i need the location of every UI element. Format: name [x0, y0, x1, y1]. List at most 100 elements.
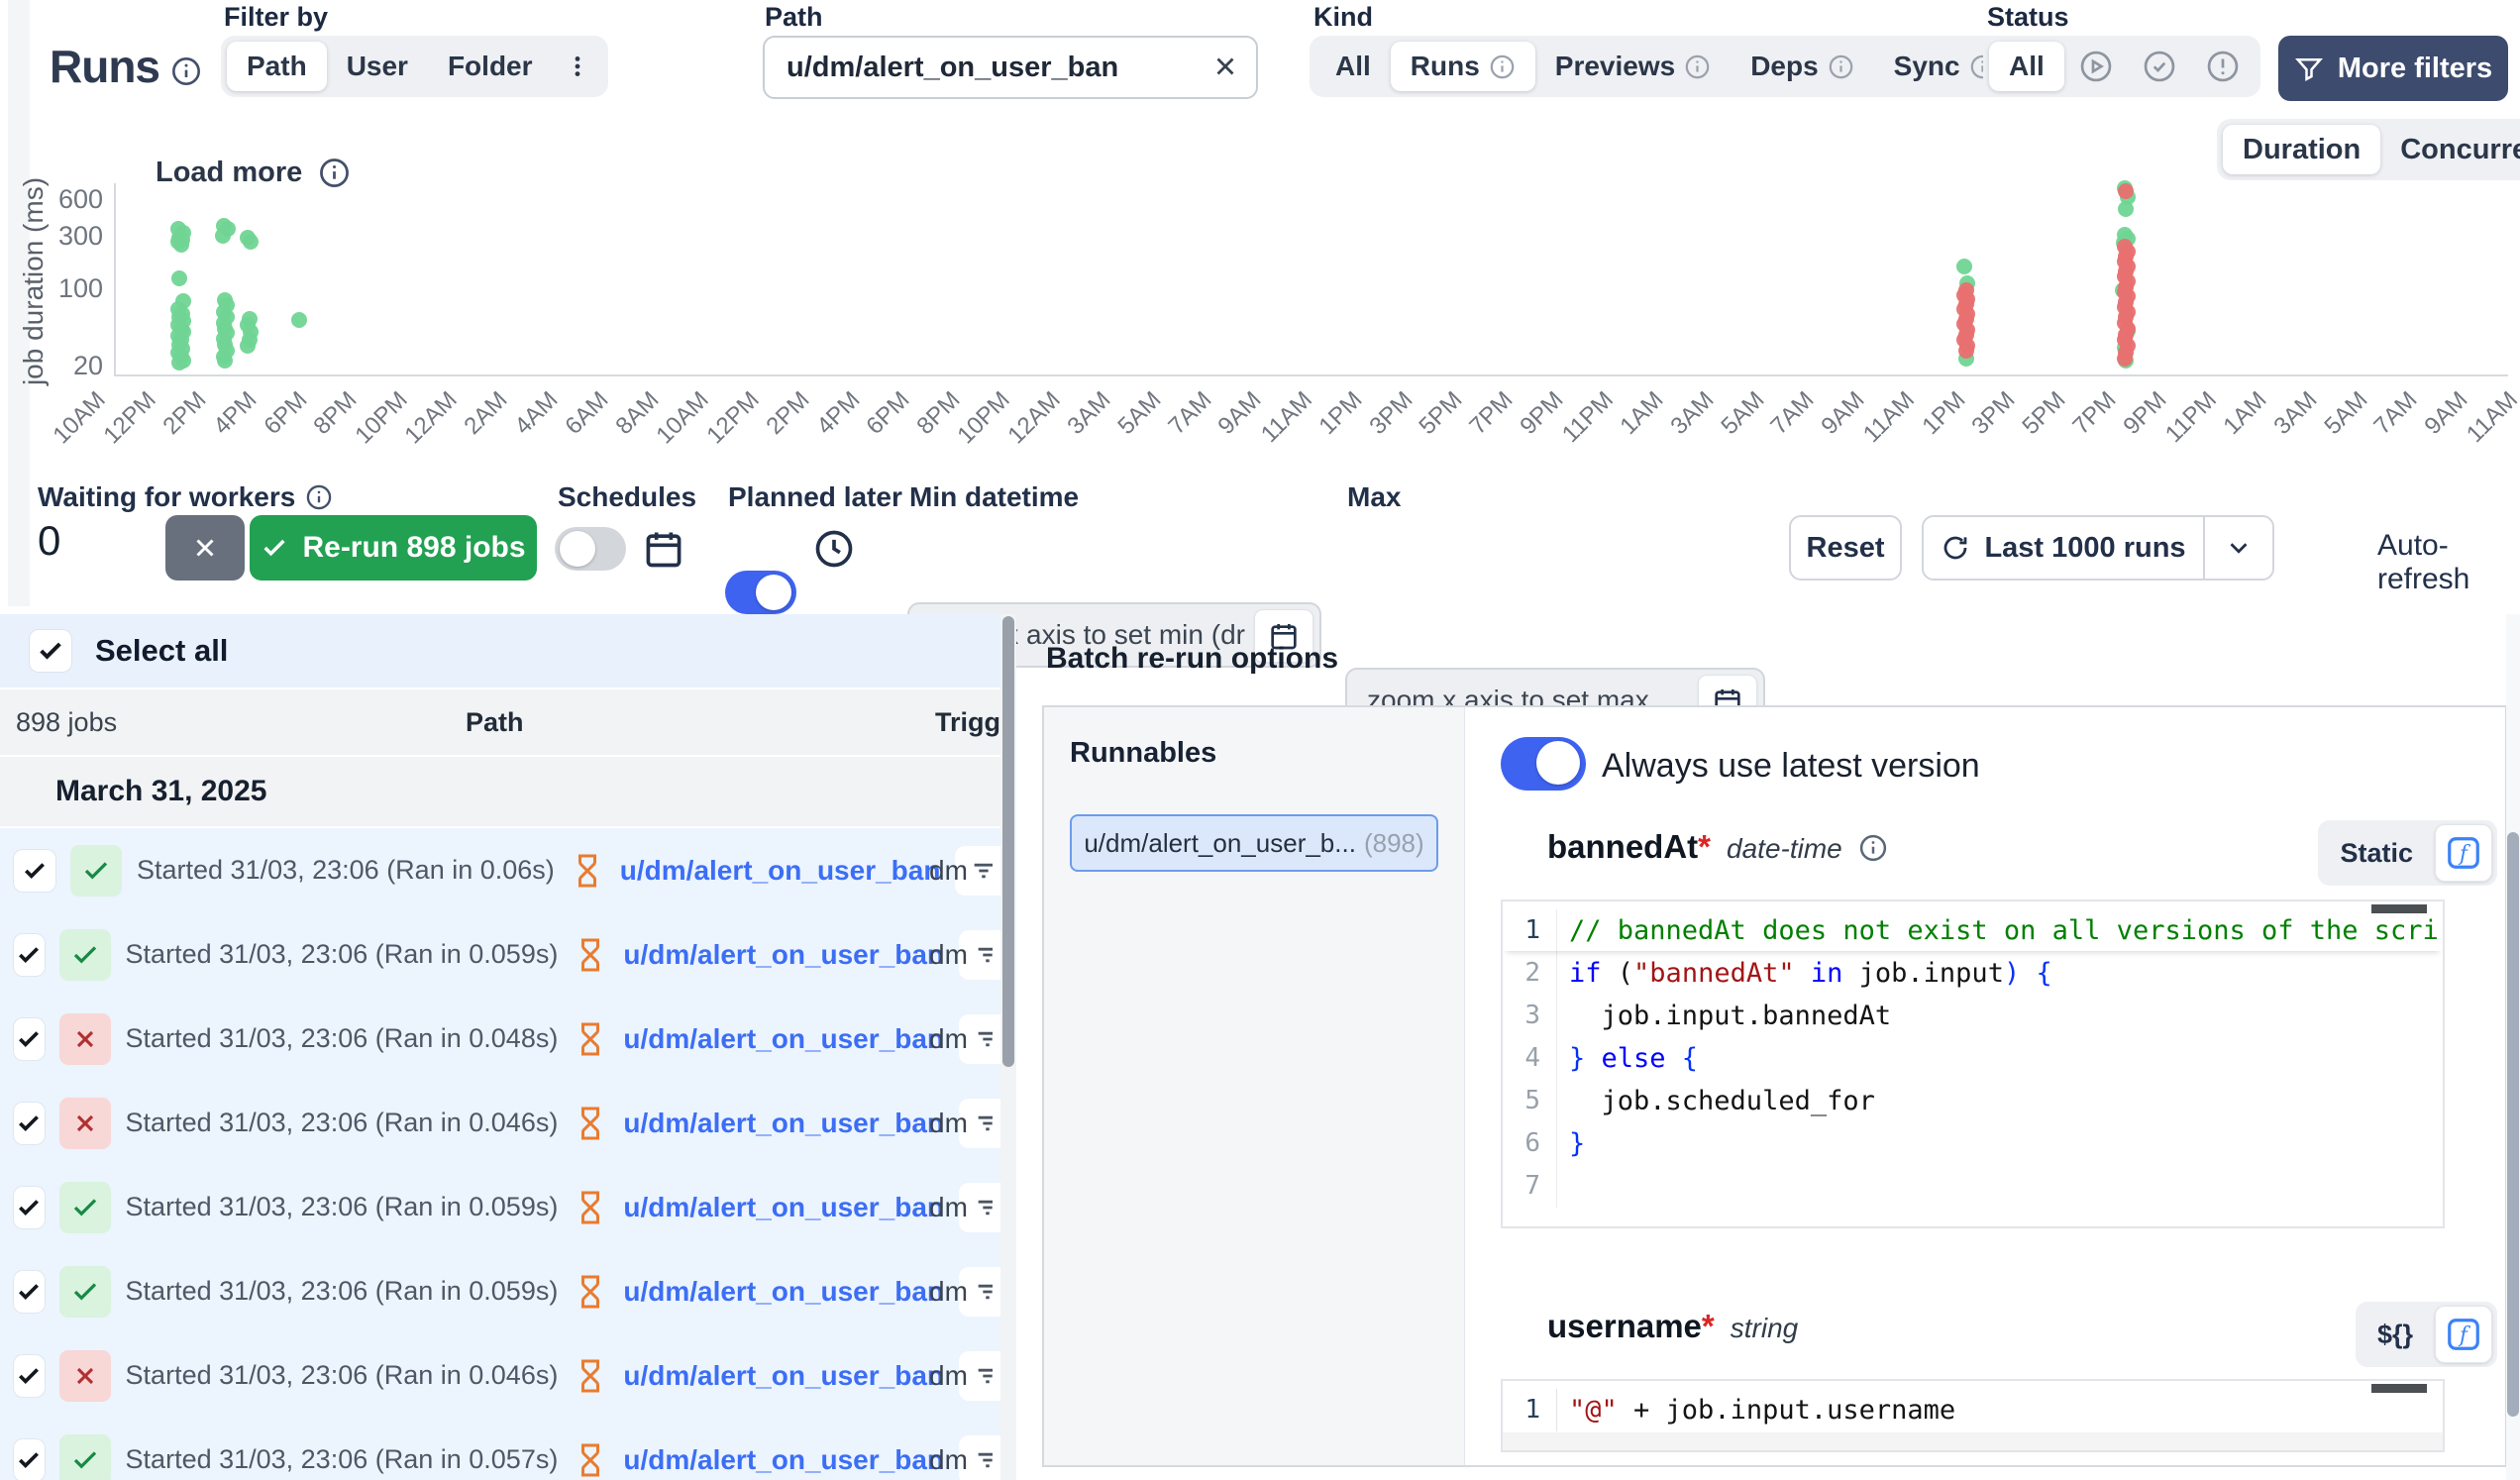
xtick-label: 2PM: [158, 386, 213, 441]
editor-code[interactable]: // bannedAt does not exist on all versio…: [1556, 909, 2413, 1208]
line-number: 1: [1503, 1389, 1554, 1431]
username-mode-group: ${} f: [2356, 1302, 2497, 1367]
code-line[interactable]: job.scheduled_for: [1569, 1080, 2413, 1122]
job-path-link[interactable]: u/dm/alert_on_user_ban: [623, 1023, 944, 1055]
planned-later-toggle[interactable]: [725, 571, 796, 614]
code-line[interactable]: }: [1569, 1122, 2413, 1165]
last-runs-dropdown[interactable]: [2205, 517, 2272, 579]
xtick-label: 7AM: [1766, 386, 1821, 441]
job-row[interactable]: Started 31/03, 23:06 (Ran in 0.046s)u/dm…: [0, 1333, 1016, 1418]
template-mode-button[interactable]: ${}: [2363, 1320, 2427, 1350]
run-dot-failure[interactable]: [2117, 351, 2133, 367]
runnables-label: Runnables: [1070, 737, 1216, 770]
row-checkbox[interactable]: [14, 1187, 45, 1228]
code-line[interactable]: if ("bannedAt" in job.input) {: [1569, 952, 2413, 995]
hourglass-icon: [573, 1358, 608, 1394]
check-icon: [16, 1195, 42, 1220]
row-checkbox[interactable]: [14, 1439, 45, 1480]
job-trigger: dm: [929, 939, 968, 971]
status-badge-failure: [59, 1350, 111, 1402]
run-dot-success[interactable]: [171, 270, 187, 286]
job-path-link[interactable]: u/dm/alert_on_user_ban: [623, 1108, 944, 1139]
check-icon: [16, 1110, 42, 1136]
job-list-scrollbar[interactable]: [1000, 614, 1016, 1480]
xtick-label: 7AM: [1163, 386, 1217, 441]
latest-version-toggle[interactable]: [1501, 737, 1586, 791]
job-trigger: dm: [929, 1023, 968, 1055]
check-icon: [16, 1026, 42, 1052]
schedules-toggle[interactable]: [555, 527, 626, 571]
code-line[interactable]: job.input.bannedAt: [1569, 995, 2413, 1037]
last-runs-button[interactable]: Last 1000 runs: [1924, 517, 2205, 579]
cancel-selection-button[interactable]: [165, 515, 245, 581]
job-row[interactable]: Started 31/03, 23:06 (Ran in 0.048s)u/dm…: [0, 997, 1016, 1081]
javascript-mode-button[interactable]: f: [2435, 824, 2492, 882]
runnable-chip[interactable]: u/dm/alert_on_user_b... (898): [1070, 814, 1438, 872]
last-runs-split-button: Last 1000 runs: [1922, 515, 2274, 581]
job-row[interactable]: Started 31/03, 23:06 (Ran in 0.046s)u/dm…: [0, 1081, 1016, 1165]
code-line[interactable]: } else {: [1569, 1037, 2413, 1080]
job-path-link[interactable]: u/dm/alert_on_user_ban: [623, 1276, 944, 1308]
hourglass-icon: [573, 1106, 608, 1141]
run-dot-success[interactable]: [217, 353, 233, 369]
hourglass-icon: [573, 1442, 608, 1478]
job-path-link[interactable]: u/dm/alert_on_user_ban: [620, 855, 941, 887]
job-trigger: dm: [929, 1108, 968, 1139]
rerun-jobs-button[interactable]: Re-run 898 jobs: [250, 515, 537, 581]
scrollbar-thumb[interactable]: [1002, 616, 1014, 1067]
row-checkbox[interactable]: [14, 850, 55, 892]
editor-hscroll-thumb[interactable]: [2371, 1384, 2427, 1393]
run-dot-success[interactable]: [243, 234, 259, 250]
row-checkbox[interactable]: [14, 1271, 45, 1313]
select-all-bar: Select all: [0, 614, 1016, 689]
run-dot-success[interactable]: [291, 312, 307, 328]
scrollbar-thumb[interactable]: [2507, 832, 2519, 1417]
javascript-mode-button[interactable]: f: [2435, 1306, 2492, 1363]
row-checkbox[interactable]: [14, 1103, 45, 1144]
job-row[interactable]: Started 31/03, 23:06 (Ran in 0.059s)u/dm…: [0, 1249, 1016, 1333]
xtick-label: 11AM: [2462, 386, 2520, 449]
run-dot-success[interactable]: [240, 338, 256, 354]
job-path-link[interactable]: u/dm/alert_on_user_ban: [623, 1444, 944, 1476]
svg-text:f: f: [2458, 1323, 2471, 1348]
check-icon: [261, 534, 288, 562]
static-mode-button[interactable]: Static: [2326, 838, 2427, 869]
job-row[interactable]: Started 31/03, 23:06 (Ran in 0.057s)u/dm…: [0, 1418, 1016, 1480]
xtick-label: 5AM: [2319, 386, 2373, 441]
code-line[interactable]: "@" + job.input.username: [1569, 1389, 2413, 1431]
hourglass-icon: [573, 1190, 608, 1225]
code-line[interactable]: // bannedAt does not exist on all versio…: [1569, 909, 2413, 952]
check-icon: [16, 942, 42, 968]
row-checkbox[interactable]: [14, 1355, 45, 1397]
row-checkbox[interactable]: [14, 934, 45, 976]
rerun-jobs-label: Re-run 898 jobs: [302, 531, 525, 565]
batch-panel-scrollbar[interactable]: [2506, 614, 2520, 1480]
select-all-checkbox[interactable]: [30, 630, 71, 672]
job-path-link[interactable]: u/dm/alert_on_user_ban: [623, 939, 944, 971]
line-number: 4: [1503, 1037, 1554, 1080]
check-icon: [70, 940, 100, 970]
code-line[interactable]: [1569, 1165, 2413, 1208]
run-dot-success[interactable]: [173, 237, 189, 253]
run-dot-failure[interactable]: [1958, 343, 1974, 359]
hourglass-icon: [573, 1190, 608, 1225]
row-checkbox[interactable]: [14, 1018, 45, 1060]
bannedat-field-header: bannedAt* date-time: [1547, 828, 1888, 866]
bannedat-code-editor[interactable]: 1234567 // bannedAt does not exist on al…: [1501, 899, 2445, 1228]
job-list-panel: Select all 898 jobs Path Trigge March 31…: [0, 614, 1016, 1480]
editor-hscroll-thumb[interactable]: [2371, 904, 2427, 913]
run-dot-success[interactable]: [1956, 259, 1972, 274]
xtick-label: 3AM: [1665, 386, 1720, 441]
check-icon: [22, 858, 48, 884]
job-row[interactable]: Started 31/03, 23:06 (Ran in 0.059s)u/dm…: [0, 1165, 1016, 1249]
job-path-link[interactable]: u/dm/alert_on_user_ban: [623, 1192, 944, 1223]
job-row[interactable]: Started 31/03, 23:06 (Ran in 0.059s)u/dm…: [0, 912, 1016, 997]
reset-button[interactable]: Reset: [1789, 515, 1902, 581]
username-code-editor[interactable]: 1 "@" + job.input.username: [1501, 1379, 2445, 1452]
run-dot-success[interactable]: [215, 228, 231, 244]
job-row[interactable]: Started 31/03, 23:06 (Ran in 0.06s)u/dm/…: [0, 828, 1016, 912]
line-number: 2: [1503, 952, 1554, 995]
editor-code[interactable]: "@" + job.input.username: [1556, 1389, 2413, 1431]
job-path-link[interactable]: u/dm/alert_on_user_ban: [623, 1360, 944, 1392]
run-dot-success[interactable]: [2118, 201, 2134, 217]
